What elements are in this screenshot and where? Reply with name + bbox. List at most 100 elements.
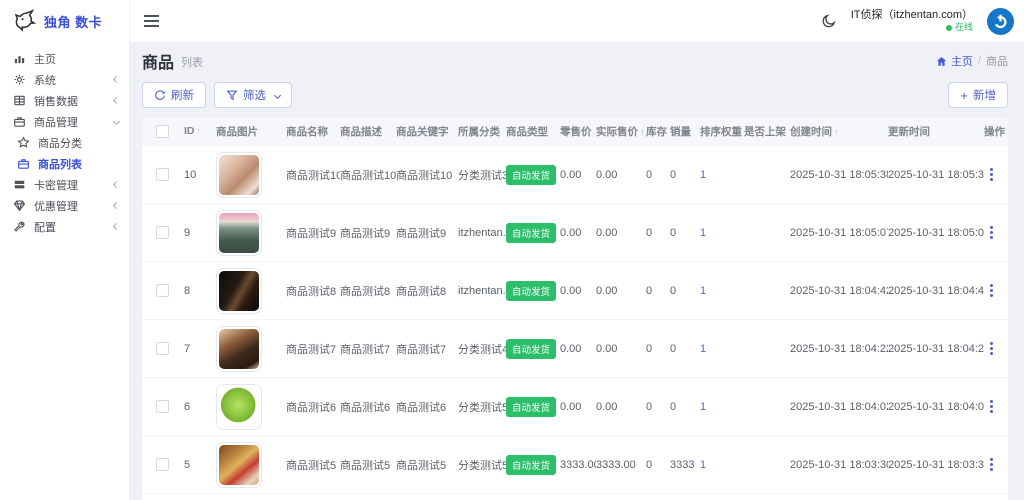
- column-header[interactable]: 排序权重↑: [700, 124, 744, 139]
- sort-weight-link[interactable]: 1: [700, 343, 706, 355]
- product-category: 分类测试5: [458, 399, 506, 415]
- product-keyword: 商品测试9: [396, 225, 458, 241]
- column-header[interactable]: 创建时间↑: [790, 124, 888, 139]
- column-header[interactable]: 商品类型: [506, 124, 560, 139]
- sidebar-item-销售数据[interactable]: 销售数据: [0, 90, 129, 111]
- row-actions-icon[interactable]: [990, 347, 993, 350]
- page-title: 商品: [142, 49, 174, 73]
- select-all-checkbox[interactable]: [156, 125, 169, 138]
- row-checkbox[interactable]: [156, 400, 169, 413]
- updated-time: 2025-10-31 18:04:02: [888, 401, 984, 413]
- product-id: 9: [184, 227, 216, 239]
- product-type-badge: 自动发货: [506, 455, 556, 475]
- row-actions-icon[interactable]: [990, 463, 993, 466]
- table-row: 5 商品测试5 商品测试5 商品测试5 分类测试5 自动发货 3333.00 3…: [142, 435, 1008, 493]
- stock-count: 0: [646, 227, 670, 239]
- actual-price: 0.00: [596, 401, 646, 413]
- breadcrumb: 主页 / 商品: [936, 53, 1008, 69]
- sidebar-item-商品管理[interactable]: 商品管理: [0, 111, 129, 132]
- column-header[interactable]: 更新时间: [888, 124, 984, 139]
- avatar[interactable]: [987, 8, 1014, 35]
- sidebar-item-卡密管理[interactable]: 卡密管理: [0, 174, 129, 195]
- column-header[interactable]: ID↑: [184, 125, 216, 137]
- sort-weight-link[interactable]: 1: [700, 285, 706, 297]
- sidebar-item-配置[interactable]: 配置: [0, 216, 129, 237]
- wrench-icon: [13, 220, 26, 233]
- page-subtitle: 列表: [181, 54, 203, 70]
- toolbar: 刷新 筛选 + 新增: [142, 82, 1008, 108]
- user-menu[interactable]: IT侦探（itzhentan.com） 在线: [851, 9, 973, 34]
- sidebar-item-label: 主页: [34, 51, 56, 67]
- brand-logo[interactable]: 独角 数卡: [0, 0, 129, 42]
- retail-price: 0.00: [560, 169, 596, 181]
- row-actions-icon[interactable]: [990, 405, 993, 408]
- column-header[interactable]: 实际售价↑: [596, 124, 646, 139]
- column-header[interactable]: 零售价: [560, 124, 596, 139]
- briefcase-icon: [13, 115, 26, 128]
- collage-with-teddy-photo[interactable]: [216, 442, 262, 488]
- brunette-portrait-photo[interactable]: [216, 326, 262, 372]
- created-time: 2025-10-31 18:05:38: [790, 169, 888, 181]
- sort-weight-link[interactable]: 1: [700, 227, 706, 239]
- actual-price: 0.00: [596, 285, 646, 297]
- row-actions-icon[interactable]: [990, 231, 993, 234]
- add-button[interactable]: + 新增: [948, 82, 1008, 108]
- sidebar-item-系统[interactable]: 系统: [0, 69, 129, 90]
- column-header[interactable]: 商品描述: [340, 124, 396, 139]
- sort-weight-link[interactable]: 1: [700, 169, 706, 181]
- dark-mode-icon[interactable]: [821, 13, 837, 29]
- filter-button[interactable]: 筛选: [214, 82, 292, 108]
- dark-portrait-photo[interactable]: [216, 268, 262, 314]
- row-actions-icon[interactable]: [990, 289, 993, 292]
- sidebar-item-label: 商品分类: [38, 135, 82, 151]
- row-checkbox[interactable]: [156, 168, 169, 181]
- refresh-button[interactable]: 刷新: [142, 82, 206, 108]
- sidebar-item-label: 卡密管理: [34, 177, 78, 193]
- sidebar-item-商品分类[interactable]: 商品分类: [0, 132, 129, 153]
- breadcrumb-home-link[interactable]: 主页: [936, 53, 973, 69]
- row-checkbox[interactable]: [156, 284, 169, 297]
- product-keyword: 商品测试5: [396, 457, 458, 473]
- star-icon: [17, 136, 30, 149]
- row-checkbox[interactable]: [156, 342, 169, 355]
- row-actions-icon[interactable]: [990, 173, 993, 176]
- sidebar-item-label: 优惠管理: [34, 198, 78, 214]
- column-header[interactable]: 销量: [670, 124, 700, 139]
- created-time: 2025-10-31 18:04:42: [790, 285, 888, 297]
- product-name: 商品测试7: [286, 341, 340, 357]
- column-header[interactable]: 商品关键字: [396, 124, 458, 139]
- unicorn-logo-icon: [13, 9, 37, 33]
- classroom-photo[interactable]: [216, 210, 262, 256]
- column-header[interactable]: 商品图片: [216, 124, 286, 139]
- row-checkbox[interactable]: [156, 226, 169, 239]
- table-row: 6 商品测试6 商品测试6 商品测试6 分类测试5 自动发货 0.00 0.00…: [142, 377, 1008, 435]
- sidebar-item-主页[interactable]: 主页: [0, 48, 129, 69]
- retail-price: 0.00: [560, 401, 596, 413]
- product-id: 10: [184, 169, 216, 181]
- created-time: 2025-10-31 18:05:07: [790, 227, 888, 239]
- sidebar-toggle-icon[interactable]: [144, 12, 159, 30]
- product-type-badge: 自动发货: [506, 281, 556, 301]
- product-description: 商品测试5: [340, 457, 396, 473]
- girl-with-plush-photo[interactable]: [216, 152, 262, 198]
- sort-weight-link[interactable]: 1: [700, 459, 706, 471]
- column-header[interactable]: 所属分类: [458, 124, 506, 139]
- column-header[interactable]: 商品名称: [286, 124, 340, 139]
- sidebar-item-优惠管理[interactable]: 优惠管理: [0, 195, 129, 216]
- main-content: 商品 列表 主页 / 商品 刷新 筛选 + 新增: [130, 42, 1024, 500]
- row-checkbox[interactable]: [156, 458, 169, 471]
- user-status: 在线: [851, 22, 973, 33]
- green-apple-photo[interactable]: [216, 384, 262, 430]
- sort-arrow-icon: ↑: [640, 127, 645, 137]
- column-header[interactable]: 操作: [984, 124, 1008, 139]
- column-header[interactable]: 库存: [646, 124, 670, 139]
- updated-time: 2025-10-31 18:04:42: [888, 285, 984, 297]
- sort-arrow-icon: ↑: [834, 127, 839, 137]
- product-name: 商品测试10: [286, 167, 340, 183]
- sort-weight-link[interactable]: 1: [700, 401, 706, 413]
- sidebar-item-商品列表[interactable]: 商品列表: [0, 153, 129, 174]
- table-header-row: ID↑商品图片商品名称商品描述商品关键字所属分类商品类型零售价实际售价↑库存销量…: [142, 117, 1008, 145]
- sales-count: 0: [670, 401, 700, 413]
- column-header[interactable]: 是否上架: [744, 124, 790, 139]
- table-row: 8 商品测试8 商品测试8 商品测试8 itzhentan.com 自动发货 0…: [142, 261, 1008, 319]
